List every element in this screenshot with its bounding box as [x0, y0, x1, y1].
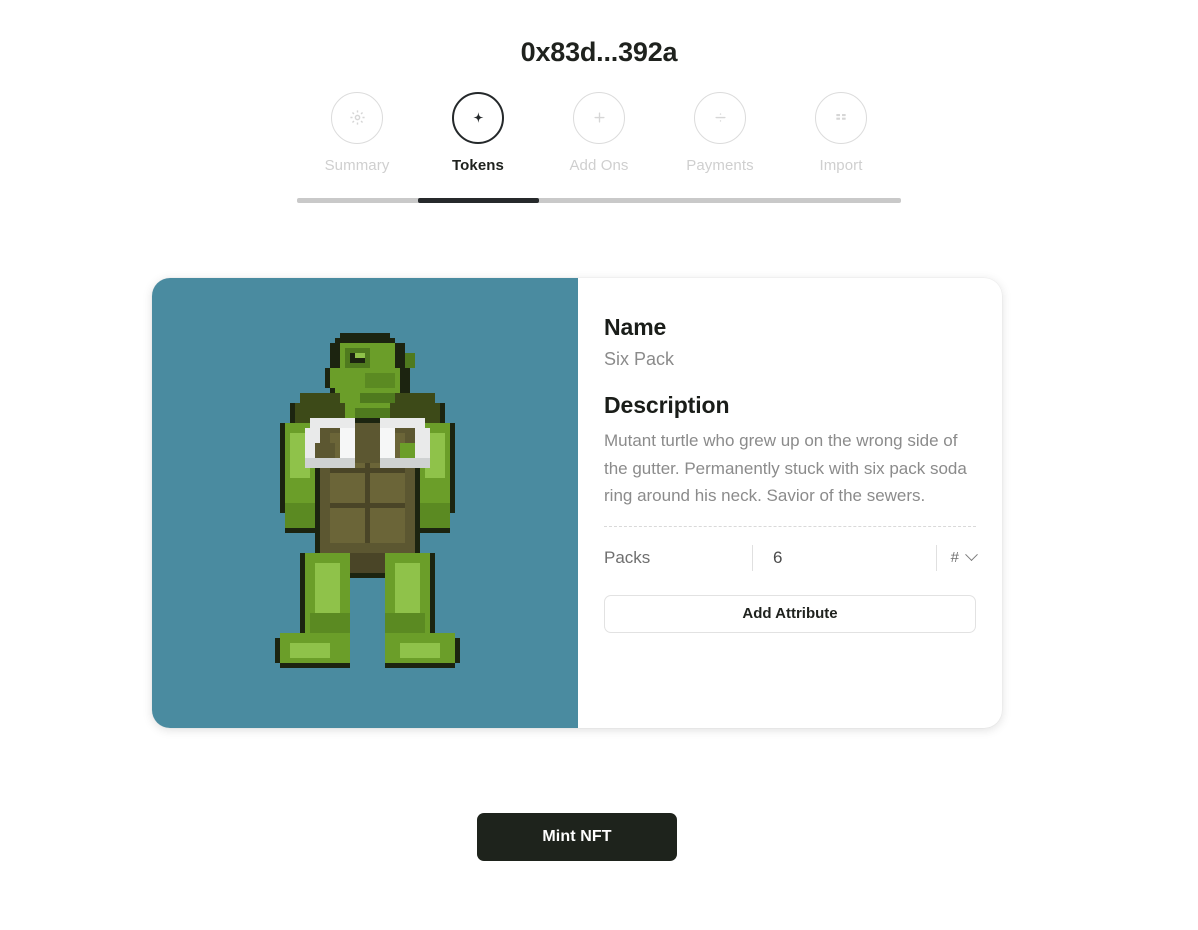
nav-circle-add-ons — [573, 91, 625, 144]
attributes-divider — [604, 525, 976, 527]
nav-label-tokens: Tokens — [451, 156, 504, 174]
token-card: Name Six Pack Description Mutant turtle … — [152, 278, 1002, 728]
nav-circle-summary — [331, 91, 383, 144]
nav-item-payments[interactable]: Payments — [660, 91, 780, 174]
token-details-panel: Name Six Pack Description Mutant turtle … — [578, 278, 1002, 728]
token-image-panel — [152, 278, 578, 728]
description-label: Description — [604, 391, 730, 418]
nav-label-import: Import — [819, 156, 863, 174]
turtle-sprite — [275, 333, 460, 668]
stepper-nav: Summary Tokens Add Ons Payments Import — [297, 91, 901, 203]
progress-track — [297, 197, 901, 203]
nav-item-import[interactable]: Import — [781, 91, 901, 174]
plus-icon — [593, 112, 605, 123]
nav-circle-tokens — [452, 91, 504, 144]
mint-nft-button[interactable]: Mint NFT — [477, 813, 677, 861]
nav-item-summary[interactable]: Summary — [297, 91, 417, 174]
attribute-name[interactable]: Packs — [604, 548, 752, 568]
stepper-nav-items: Summary Tokens Add Ons Payments Import — [297, 91, 901, 174]
nav-label-payments: Payments — [686, 156, 754, 174]
nav-item-add-ons[interactable]: Add Ons — [539, 91, 659, 174]
nav-label-summary: Summary — [324, 156, 390, 174]
name-value[interactable]: Six Pack — [604, 348, 976, 371]
description-value[interactable]: Mutant turtle who grew up on the wrong s… — [604, 427, 976, 510]
attribute-type-value: # — [950, 549, 959, 567]
attribute-row: Packs 6 # — [604, 535, 978, 581]
nav-item-tokens[interactable]: Tokens — [418, 91, 538, 174]
gear-icon — [349, 110, 365, 125]
divide-icon — [714, 113, 726, 122]
sparkle-icon — [473, 112, 483, 123]
nav-label-add-ons: Add Ons — [569, 156, 629, 174]
attribute-type-dropdown[interactable]: # — [937, 548, 978, 567]
name-label: Name — [604, 314, 667, 340]
add-attribute-button[interactable]: Add Attribute — [604, 594, 976, 633]
attribute-value[interactable]: 6 — [753, 548, 936, 568]
app-root: 0x83d...392a Summary Tokens Add Ons Paym… — [0, 0, 1198, 930]
progress-fill — [417, 197, 539, 203]
page-title: 0x83d...392a — [520, 37, 678, 67]
nav-circle-payments — [694, 91, 746, 144]
nav-circle-import — [815, 91, 867, 144]
chevron-down-icon — [965, 548, 978, 562]
grid-icon — [836, 113, 846, 120]
